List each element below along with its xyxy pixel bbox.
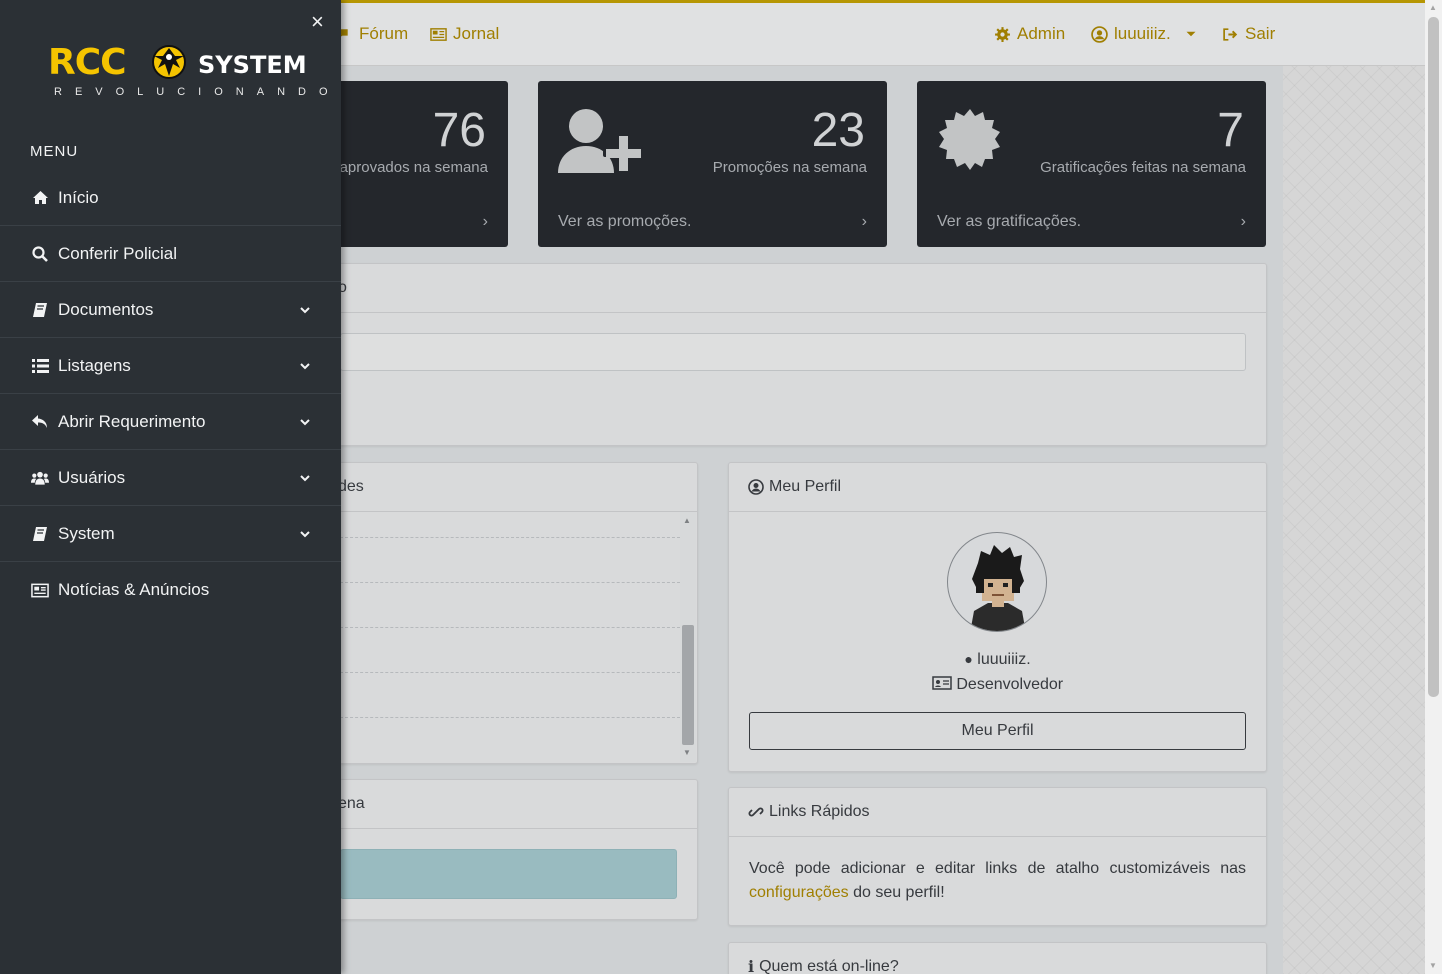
- sidebar-item-label: System: [58, 523, 115, 543]
- chevron-down-icon: [300, 531, 310, 538]
- sidebar-item-label: Abrir Requerimento: [58, 411, 206, 431]
- sidebar-item-label: Usuários: [58, 467, 126, 487]
- close-icon[interactable]: ×: [311, 11, 324, 33]
- sidebar-item-system[interactable]: System: [0, 506, 341, 562]
- chevron-down-icon: [300, 363, 310, 370]
- page-scrollbar[interactable]: ▲ ▼: [1425, 0, 1442, 974]
- users-icon: [31, 469, 49, 487]
- reply-icon: [31, 413, 49, 431]
- home-icon: [31, 189, 49, 207]
- sidebar-item-label: Início: [58, 187, 99, 207]
- sidebar-item-noticias[interactable]: Notícias & Anúncios: [0, 562, 341, 618]
- logo-system-text: SYSTEM: [198, 51, 307, 79]
- chevron-down-icon: [300, 419, 310, 426]
- sidebar-item-usuarios[interactable]: Usuários: [0, 450, 341, 506]
- scroll-up-icon[interactable]: ▲: [1429, 3, 1437, 12]
- chevron-down-icon: [300, 307, 310, 314]
- sidebar-item-inicio[interactable]: Início: [0, 170, 341, 226]
- sidebar-item-label: Notícias & Anúncios: [58, 580, 210, 599]
- menu-title: MENU: [30, 143, 79, 160]
- sidebar-item-label: Conferir Policial: [58, 243, 178, 263]
- logo-main-text: RCC: [48, 42, 127, 83]
- book-icon: [31, 525, 49, 543]
- scroll-down-icon[interactable]: ▼: [1429, 961, 1437, 970]
- logo: RCC SYSTEM REVOLUCIONANDO: [48, 42, 328, 102]
- sidebar-item-conferir-policial[interactable]: Conferir Policial: [0, 226, 341, 282]
- book-icon: [31, 301, 49, 319]
- sidebar-item-abrir-requerimento[interactable]: Abrir Requerimento: [0, 394, 341, 450]
- sidebar-item-label: Listagens: [58, 355, 131, 375]
- search-icon: [31, 245, 49, 263]
- sidebar-item-label: Documentos: [58, 299, 154, 319]
- sidebar: × RCC SYSTEM REVOLUCIONANDO MENU Início …: [0, 0, 341, 974]
- chevron-down-icon: [300, 475, 310, 482]
- sidebar-item-listagens[interactable]: Listagens: [0, 338, 341, 394]
- list-icon: [31, 357, 49, 375]
- sidebar-item-documentos[interactable]: Documentos: [0, 282, 341, 338]
- logo-tagline: REVOLUCIONANDO: [54, 86, 341, 98]
- newspaper-icon: [31, 581, 49, 599]
- eagle-emblem-icon: [152, 45, 186, 79]
- page-scrollbar-thumb[interactable]: [1428, 17, 1439, 697]
